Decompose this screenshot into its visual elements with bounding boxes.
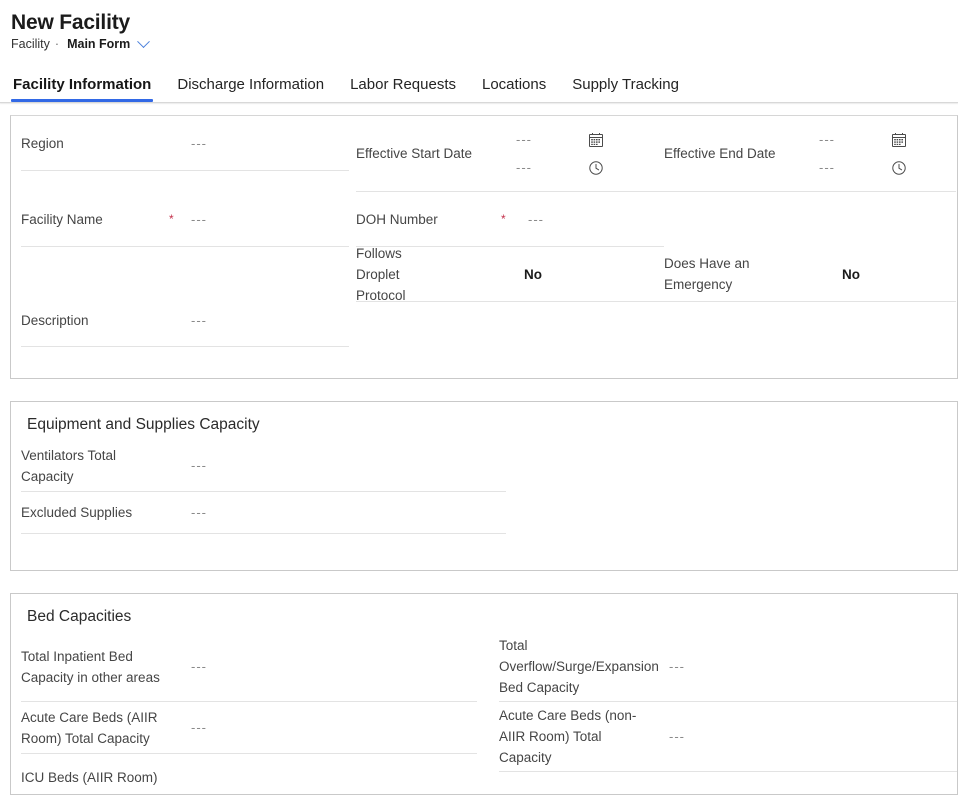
section-equipment-supplies-capacity: Equipment and Supplies Capacity Ventilat… — [10, 401, 958, 571]
facility-details-spacer-4 — [356, 302, 664, 378]
facility-details-spacer-5 — [664, 192, 956, 247]
breadcrumb: Facility · Main Form — [11, 34, 958, 51]
field-label: ICU Beds (AIIR Room) — [21, 769, 158, 785]
clock-icon[interactable] — [891, 160, 907, 176]
form-tab-list: Facility Information Discharge Informati… — [0, 68, 958, 102]
bed-capacities-column-1: Total Inpatient Bed Capacity in other ar… — [21, 632, 478, 794]
facility-details-column-2: Effective Start Date --- --- DOH Number … — [356, 116, 664, 378]
field-ventilators-total-capacity[interactable]: Ventilators Total Capacity --- — [21, 440, 506, 492]
field-label: Excluded Supplies — [21, 505, 133, 520]
field-region[interactable]: Region --- — [21, 116, 349, 171]
breadcrumb-entity: Facility — [11, 37, 50, 51]
time-value: --- — [516, 160, 532, 175]
date-value: --- — [516, 132, 532, 147]
field-follows-droplet-protocol[interactable]: Follows Droplet Protocol No — [356, 246, 664, 303]
section-bed-capacities: Bed Capacities Total Inpatient Bed Capac… — [10, 593, 958, 795]
field-label: Acute Care Beds (AIIR Room) Total Capaci… — [21, 709, 158, 746]
date-value: --- — [819, 132, 835, 147]
field-label: Follows Droplet Protocol — [356, 245, 406, 303]
field-acute-care-beds-aiir[interactable]: Acute Care Beds (AIIR Room) Total Capaci… — [21, 702, 478, 754]
field-value: --- — [191, 458, 207, 473]
facility-details-column-1: Region --- Facility Name * --- Descripti… — [21, 116, 349, 378]
field-description[interactable]: Description --- — [21, 295, 349, 347]
section-facility-details: Region --- Facility Name * --- Descripti… — [10, 115, 958, 379]
field-label: Description — [21, 313, 89, 328]
calendar-icon[interactable] — [891, 132, 907, 148]
facility-details-spacer-1 — [21, 171, 349, 192]
field-label: Total Overflow/Surge/Expansion Bed Capac… — [499, 638, 659, 695]
field-label: DOH Number — [356, 211, 438, 227]
section-title: Equipment and Supplies Capacity — [27, 416, 260, 433]
field-label: Acute Care Beds (non-AIIR Room) Total Ca… — [499, 708, 637, 765]
field-label: Effective Start Date — [356, 146, 473, 161]
field-value: --- — [191, 505, 207, 520]
facility-details-columns-2-3: Effective Start Date --- --- DOH Number … — [356, 116, 956, 378]
tab-facility-information[interactable]: Facility Information — [11, 76, 154, 102]
facility-details-spacer-2 — [21, 247, 349, 295]
field-value: --- — [191, 659, 207, 674]
field-label: Effective End Date — [664, 146, 776, 161]
tab-discharge-information[interactable]: Discharge Information — [175, 76, 326, 102]
facility-details-spacer-3 — [21, 347, 349, 375]
field-label: Total Inpatient Bed Capacity in other ar… — [21, 648, 160, 685]
tab-locations[interactable]: Locations — [480, 76, 548, 102]
field-label: Facility Name — [21, 211, 103, 227]
field-value: No — [524, 266, 542, 282]
required-indicator: * — [169, 212, 174, 226]
required-indicator: * — [501, 212, 506, 226]
field-value: --- — [669, 659, 686, 674]
clock-icon[interactable] — [588, 160, 604, 176]
section-title: Bed Capacities — [27, 608, 132, 625]
field-label: Does Have an Emergency — [664, 256, 750, 292]
form-selector-label[interactable]: Main Form — [67, 37, 130, 51]
tab-supply-tracking[interactable]: Supply Tracking — [570, 76, 681, 102]
facility-details-column-3: Effective End Date --- --- Does Have an … — [664, 116, 956, 378]
field-acute-care-beds-non-aiir[interactable]: Acute Care Beds (non-AIIR Room) Total Ca… — [499, 702, 957, 772]
bed-capacities-column-2: Total Overflow/Surge/Expansion Bed Capac… — [499, 632, 957, 794]
field-doh-number[interactable]: DOH Number * --- — [356, 192, 664, 247]
field-value: No — [842, 266, 860, 282]
field-value: --- — [191, 211, 207, 227]
field-value: --- — [669, 729, 686, 744]
facility-details-spacer-6 — [664, 302, 956, 378]
field-total-overflow-surge-expansion[interactable]: Total Overflow/Surge/Expansion Bed Capac… — [499, 632, 957, 702]
chevron-down-icon[interactable] — [137, 34, 151, 48]
breadcrumb-separator: · — [54, 37, 60, 51]
tab-labor-requests[interactable]: Labor Requests — [348, 76, 458, 102]
field-label: Ventilators Total Capacity — [21, 447, 117, 484]
field-value: --- — [528, 211, 544, 227]
equipment-spacer — [21, 534, 506, 570]
form-header: New Facility Facility · Main Form — [0, 0, 958, 51]
field-effective-start-date[interactable]: Effective Start Date --- --- — [356, 116, 664, 192]
field-icu-beds-aiir[interactable]: ICU Beds (AIIR Room) — [21, 754, 477, 794]
field-value: --- — [191, 135, 207, 151]
field-label: Region — [21, 135, 64, 151]
field-effective-end-date[interactable]: Effective End Date --- --- — [664, 116, 956, 192]
field-total-inpatient-bed-capacity-other[interactable]: Total Inpatient Bed Capacity in other ar… — [21, 632, 478, 702]
page-title: New Facility — [11, 11, 130, 34]
time-value: --- — [819, 160, 835, 175]
field-value: --- — [191, 720, 207, 735]
field-excluded-supplies[interactable]: Excluded Supplies --- — [21, 492, 506, 534]
calendar-icon[interactable] — [588, 132, 604, 148]
equipment-column-1: Ventilators Total Capacity --- Excluded … — [21, 440, 506, 570]
field-does-have-an-emergency[interactable]: Does Have an Emergency No — [664, 247, 956, 302]
field-facility-name[interactable]: Facility Name * --- — [21, 192, 349, 247]
field-value: --- — [191, 313, 207, 328]
